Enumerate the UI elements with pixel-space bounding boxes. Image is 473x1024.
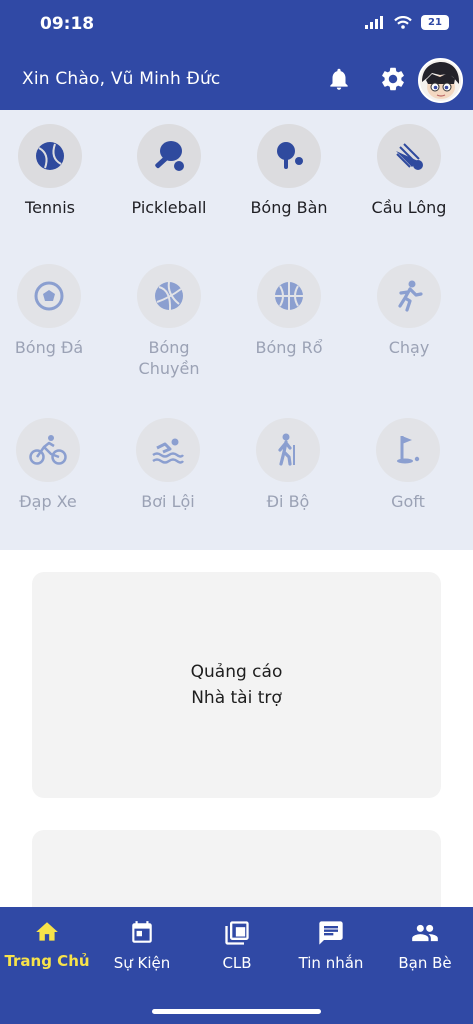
sport-icon-circle xyxy=(257,264,321,328)
tab-label: Tin nhắn xyxy=(298,954,364,972)
sport-tennis[interactable]: Tennis xyxy=(0,124,110,218)
tennis-ball-icon xyxy=(36,142,64,170)
sport-walking[interactable]: Đi Bộ xyxy=(228,418,348,512)
sport-icon-circle xyxy=(376,418,440,482)
sport-icon-circle xyxy=(137,264,201,328)
sport-golf[interactable]: Goft xyxy=(348,418,468,512)
shuttlecock-icon xyxy=(396,143,423,170)
bicycle-icon xyxy=(29,435,67,465)
volleyball-icon xyxy=(155,281,183,311)
home-icon xyxy=(36,922,58,941)
bottom-navigation: Trang Chủ Sự Kiện CLB Tin nhắn Bạn Bè xyxy=(0,907,473,1024)
sport-label: Đạp Xe xyxy=(19,492,77,511)
sport-volleyball[interactable]: Bóng Chuyền xyxy=(109,264,229,379)
soccer-ball-icon xyxy=(34,281,64,311)
avatar[interactable] xyxy=(418,58,463,103)
sport-label: Đi Bộ xyxy=(266,492,310,511)
chat-icon xyxy=(319,921,343,945)
sport-label: Bóng Rổ xyxy=(255,338,323,357)
sport-icon-circle xyxy=(377,124,441,188)
home-indicator xyxy=(152,1009,321,1014)
sport-swimming[interactable]: Bơi Lội xyxy=(108,418,228,512)
sport-badminton[interactable]: Cầu Lông xyxy=(349,124,469,218)
sport-icon-circle xyxy=(137,124,201,188)
sport-icon-circle xyxy=(257,124,321,188)
people-icon xyxy=(412,924,438,942)
app-header: 09:18 21 Xin Chào, Vũ Minh Đức xyxy=(0,0,473,110)
tab-label: Trang Chủ xyxy=(4,952,90,970)
tab-label: CLB xyxy=(222,954,252,972)
sports-grid: Tennis Pickleball Bóng Bàn Cầu Lông Bóng… xyxy=(0,110,473,550)
tab-messages[interactable]: Tin nhắn xyxy=(284,907,378,987)
sport-label: Bóng Chuyền xyxy=(138,338,200,378)
sport-label: Cầu Lông xyxy=(371,198,447,217)
tab-home[interactable]: Trang Chủ xyxy=(0,907,94,987)
tab-friends[interactable]: Bạn Bè xyxy=(378,907,472,987)
sport-running[interactable]: Chạy xyxy=(349,264,469,358)
sport-label: Bơi Lội xyxy=(141,492,195,511)
ad-title: Quảng cáo xyxy=(190,662,283,682)
basketball-icon xyxy=(275,282,303,310)
sponsor-ad-card[interactable]: Quảng cáo Nhà tài trợ xyxy=(32,572,441,798)
sport-table-tennis[interactable]: Bóng Bàn xyxy=(229,124,349,218)
gear-icon[interactable] xyxy=(379,65,407,93)
sport-label: Chạy xyxy=(388,338,430,357)
sport-pickleball[interactable]: Pickleball xyxy=(109,124,229,218)
golf-flag-icon xyxy=(397,436,420,464)
calendar-icon xyxy=(132,921,152,943)
sport-icon-circle xyxy=(377,264,441,328)
sport-label: Goft xyxy=(391,492,425,511)
paddle-ball-icon xyxy=(155,141,184,171)
sport-label: Bóng Bàn xyxy=(250,198,328,217)
hiking-icon xyxy=(278,433,295,466)
status-time: 09:18 xyxy=(40,14,95,34)
tab-events[interactable]: Sự Kiện xyxy=(95,907,189,987)
avatar-image xyxy=(420,60,461,101)
layers-icon xyxy=(225,921,249,945)
sport-icon-circle xyxy=(16,418,80,482)
tab-clubs[interactable]: CLB xyxy=(190,907,284,987)
sport-basketball[interactable]: Bóng Rổ xyxy=(229,264,349,358)
sport-soccer[interactable]: Bóng Đá xyxy=(0,264,109,358)
cellular-signal-icon xyxy=(365,16,383,29)
sport-label: Pickleball xyxy=(131,198,207,217)
ad-subtitle: Nhà tài trợ xyxy=(191,688,282,708)
battery-icon: 21 xyxy=(421,15,449,30)
sport-cycling[interactable]: Đạp Xe xyxy=(0,418,108,512)
sport-icon-circle xyxy=(256,418,320,482)
sport-icon-circle xyxy=(18,124,82,188)
sport-label: Bóng Đá xyxy=(14,338,84,357)
sport-label: Tennis xyxy=(25,198,75,217)
bell-icon[interactable] xyxy=(326,65,352,93)
status-icons: 21 xyxy=(365,15,449,30)
running-icon xyxy=(398,280,423,312)
sport-icon-circle xyxy=(136,418,200,482)
wifi-icon xyxy=(394,16,412,29)
sport-icon-circle xyxy=(17,264,81,328)
greeting-text: Xin Chào, Vũ Minh Đức xyxy=(22,69,221,89)
tab-label: Sự Kiện xyxy=(113,954,171,972)
ping-pong-icon xyxy=(277,142,303,169)
swimming-icon xyxy=(152,438,184,464)
tab-label: Bạn Bè xyxy=(398,954,452,972)
